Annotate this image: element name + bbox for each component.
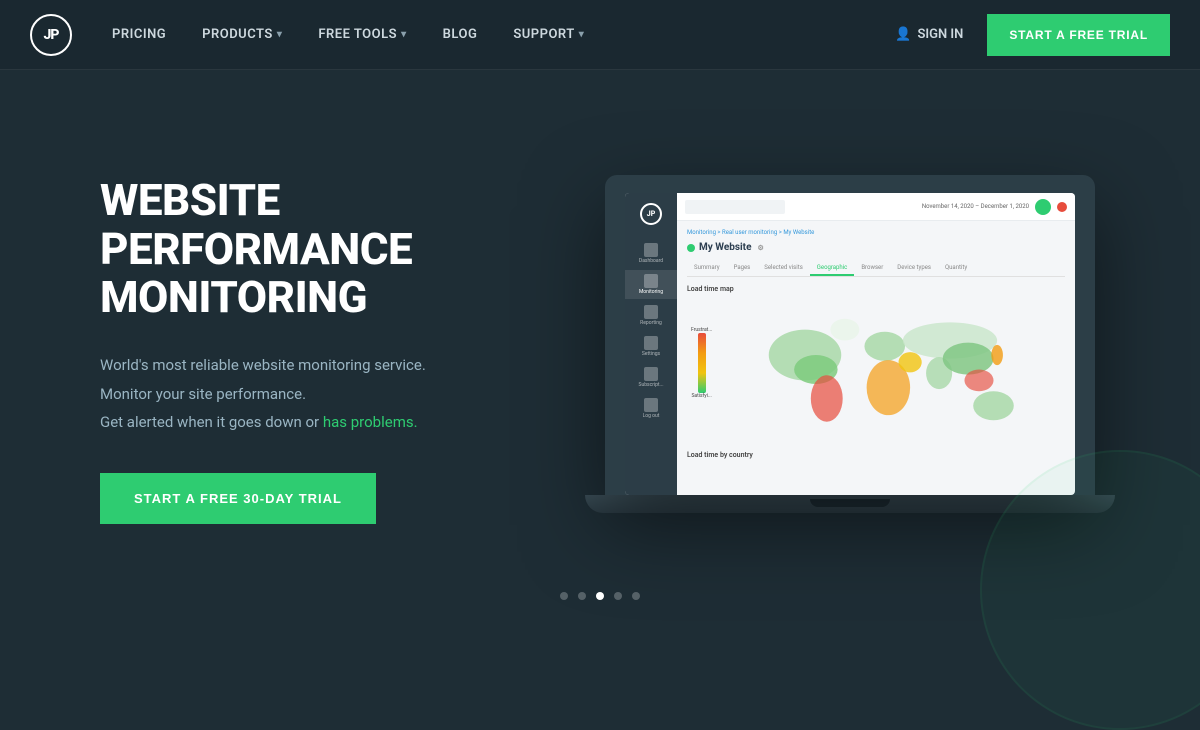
tab-geographic[interactable]: Geographic — [810, 261, 855, 276]
sidebar-item-subscription[interactable]: Subscript... — [625, 363, 677, 392]
start-trial-button[interactable]: START A FREE TRIAL — [987, 14, 1170, 56]
logout-icon — [644, 398, 658, 412]
nav-free-tools[interactable]: FREE TOOLS ▾ — [318, 27, 406, 42]
hero-title: WEBSITE PERFORMANCE MONITORING — [100, 176, 580, 321]
nav-right: 👤 SIGN IN START A FREE TRIAL — [895, 14, 1170, 56]
topbar-alert-dot — [1057, 202, 1067, 212]
nav-pricing[interactable]: PRICING — [112, 27, 166, 42]
load-time-country-title: Load time by country — [687, 451, 1065, 459]
dashboard-icon — [644, 243, 658, 257]
slide-dot-5[interactable] — [632, 592, 640, 600]
hero-description: World's most reliable website monitoring… — [100, 351, 580, 437]
tab-quantity[interactable]: Quantity — [938, 261, 974, 276]
subscription-icon — [644, 367, 658, 381]
sidebar-item-settings[interactable]: Settings — [625, 332, 677, 361]
screen-tabs: Summary Pages Selected visits Geographic… — [687, 261, 1065, 277]
tab-browser[interactable]: Browser — [854, 261, 890, 276]
screen-sidebar: JP Dashboard Monitoring — [625, 193, 677, 495]
tab-selected-visits[interactable]: Selected visits — [757, 261, 810, 276]
laptop-body: JP Dashboard Monitoring — [605, 175, 1095, 495]
bottom-section: Load time by country — [687, 451, 1065, 459]
logo[interactable]: JP — [30, 14, 72, 56]
monitoring-icon — [644, 274, 658, 288]
tab-pages[interactable]: Pages — [727, 261, 758, 276]
slide-dot-2[interactable] — [578, 592, 586, 600]
nav-links: PRICING PRODUCTS ▾ FREE TOOLS ▾ BLOG SUP… — [112, 27, 895, 42]
laptop-screen: JP Dashboard Monitoring — [625, 193, 1075, 495]
reporting-icon — [644, 305, 658, 319]
slide-dot-3[interactable] — [596, 592, 604, 600]
topbar-search-bar[interactable] — [685, 200, 785, 214]
hero-cta-button[interactable]: START A FREE 30-DAY TRIAL — [100, 473, 376, 524]
screen-topbar: November 14, 2020 – December 1, 2020 — [677, 193, 1075, 221]
map-legend: Frustrat... Satisfyi... — [691, 327, 712, 399]
world-map: Frustrat... Satisfyi... — [687, 297, 1065, 447]
settings-icon — [644, 336, 658, 350]
screen-main: November 14, 2020 – December 1, 2020 Mon… — [677, 193, 1075, 495]
sidebar-item-reporting[interactable]: Reporting — [625, 301, 677, 330]
chevron-down-icon: ▾ — [579, 29, 585, 40]
user-icon: 👤 — [895, 27, 911, 42]
nav-products[interactable]: PRODUCTS ▾ — [202, 27, 282, 42]
sidebar-icon-group: Dashboard Monitoring Reporting — [625, 239, 677, 423]
chevron-down-icon: ▾ — [277, 29, 283, 40]
screen-breadcrumb: Monitoring > Real user monitoring > My W… — [687, 229, 1065, 236]
topbar-avatar — [1035, 199, 1051, 215]
sign-in-button[interactable]: 👤 SIGN IN — [895, 27, 963, 42]
status-dot-icon — [687, 244, 695, 252]
legend-bottom-label: Satisfyi... — [691, 393, 711, 399]
nav-support[interactable]: SUPPORT ▾ — [513, 27, 584, 42]
topbar-date: November 14, 2020 – December 1, 2020 — [922, 203, 1029, 210]
tab-device-types[interactable]: Device types — [890, 261, 938, 276]
chevron-down-icon: ▾ — [401, 29, 407, 40]
screen-content: Monitoring > Real user monitoring > My W… — [677, 221, 1075, 495]
slide-dot-4[interactable] — [614, 592, 622, 600]
nav-blog[interactable]: BLOG — [443, 27, 478, 42]
screen-page-title: My Website ⚙ — [687, 242, 1065, 253]
sidebar-item-monitoring[interactable]: Monitoring — [625, 270, 677, 299]
legend-gradient — [698, 333, 706, 393]
sidebar-item-logout[interactable]: Log out — [625, 394, 677, 423]
laptop-notch — [810, 499, 890, 507]
slide-dots — [560, 592, 640, 600]
map-title: Load time map — [687, 285, 1065, 293]
hero-left: WEBSITE PERFORMANCE MONITORING World's m… — [100, 176, 580, 524]
world-map-svg — [703, 297, 1075, 442]
tab-summary[interactable]: Summary — [687, 261, 727, 276]
hero-section: WEBSITE PERFORMANCE MONITORING World's m… — [0, 70, 1200, 630]
sidebar-item-dashboard[interactable]: Dashboard — [625, 239, 677, 268]
navbar: JP PRICING PRODUCTS ▾ FREE TOOLS ▾ BLOG … — [0, 0, 1200, 70]
screen-sidebar-logo: JP — [640, 203, 662, 225]
slide-dot-1[interactable] — [560, 592, 568, 600]
